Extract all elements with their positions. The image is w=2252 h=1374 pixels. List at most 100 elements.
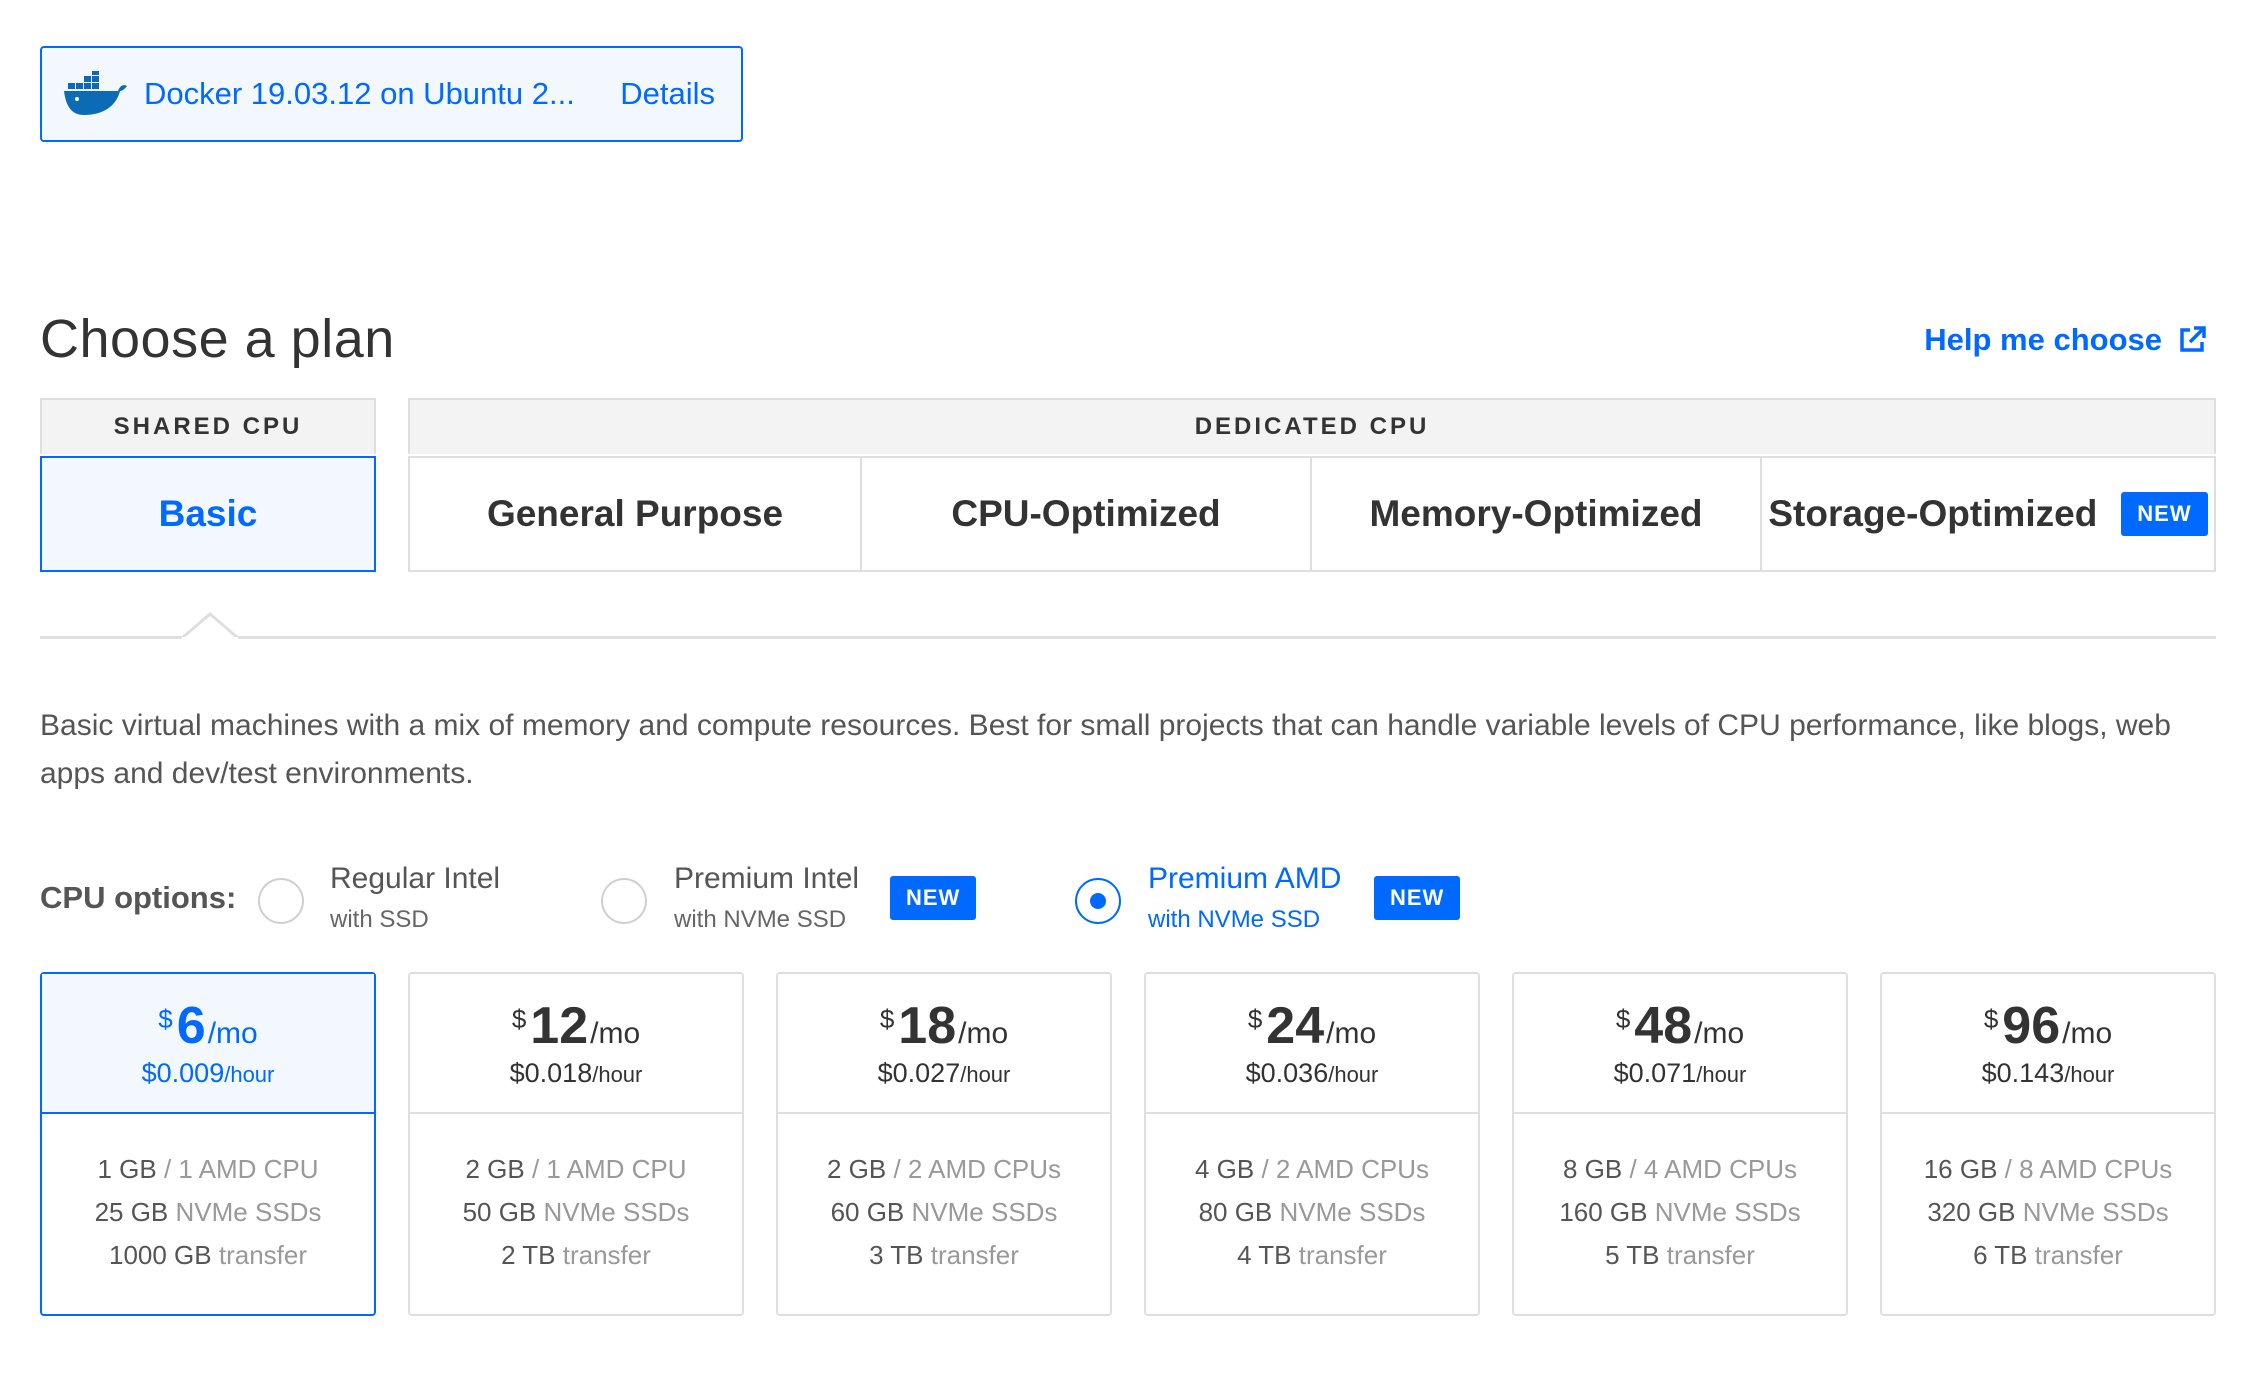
plan-specs: 2 GB / 2 AMD CPUs 60 GB NVMe SSDs 3 TB t… (778, 1114, 1110, 1277)
section-divider (40, 636, 2216, 639)
disk-type: NVMe SSDs (1654, 1197, 1801, 1227)
monthly-amount: 96 (2002, 996, 2061, 1055)
tab-general-purpose[interactable]: General Purpose (408, 456, 862, 572)
per-month: /mo (207, 1016, 258, 1050)
tab-memory-optimized[interactable]: Memory-Optimized (1310, 456, 1762, 572)
disk-type: NVMe SSDs (1279, 1197, 1426, 1227)
option-subtitle: with SSD (330, 906, 429, 933)
transfer: 6 TB (1973, 1240, 2028, 1270)
currency-symbol: $ (511, 1003, 527, 1034)
option-title[interactable]: Premium Intel (674, 862, 859, 896)
image-name: Docker 19.03.12 on Ubuntu 2... (144, 76, 575, 111)
plan-card-24[interactable]: $ 24 /mo $0.036/hour 4 GB / 2 AMD CPUs 8… (1144, 972, 1480, 1316)
cpu-count: / 4 AMD CPUs (1629, 1154, 1798, 1184)
per-month: /mo (2062, 1016, 2113, 1050)
hourly-price: $0.036 (1245, 1057, 1329, 1088)
plan-price: $ 6 /mo $0.009/hour (42, 974, 374, 1114)
cpu-count: / 1 AMD CPU (531, 1154, 687, 1184)
new-badge: NEW (2121, 492, 2208, 536)
plan-card-12[interactable]: $ 12 /mo $0.018/hour 2 GB / 1 AMD CPU 50… (408, 972, 744, 1316)
per-month: /mo (590, 1016, 641, 1050)
new-badge: NEW (890, 876, 977, 920)
plan-specs: 8 GB / 4 AMD CPUs 160 GB NVMe SSDs 5 TB … (1514, 1114, 1846, 1277)
plan-price: $ 18 /mo $0.027/hour (778, 974, 1110, 1114)
transfer-label: transfer (1666, 1240, 1755, 1270)
plan-price: $ 12 /mo $0.018/hour (410, 974, 742, 1114)
disk: 160 GB (1559, 1197, 1648, 1227)
tab-label: General Purpose (486, 493, 784, 534)
hourly-unit: /hour (592, 1061, 643, 1087)
option-title[interactable]: Premium AMD (1148, 862, 1341, 896)
tab-basic[interactable]: Basic (40, 456, 376, 572)
ram: 1 GB (97, 1154, 157, 1184)
cpu-count: / 8 AMD CPUs (2004, 1154, 2173, 1184)
option-title[interactable]: Regular Intel (330, 862, 500, 896)
plan-description: Basic virtual machines with a mix of mem… (40, 709, 2171, 790)
help-me-choose-link[interactable]: Help me choose (1924, 322, 2208, 358)
option-subtitle: with NVMe SSD (1148, 906, 1321, 933)
per-month: /mo (1326, 1016, 1377, 1050)
plan-card-6[interactable]: $ 6 /mo $0.009/hour 1 GB / 1 AMD CPU 25 … (40, 972, 376, 1316)
selected-image-card[interactable]: Docker 19.03.12 on Ubuntu 2... Details (40, 46, 743, 142)
plan-card-96[interactable]: $ 96 /mo $0.143/hour 16 GB / 8 AMD CPUs … (1880, 972, 2216, 1316)
currency-symbol: $ (158, 1003, 173, 1034)
disk: 80 GB (1198, 1197, 1273, 1227)
transfer-label: transfer (218, 1240, 308, 1270)
tab-label: CPU-Optimized (951, 493, 1221, 534)
option-subtitle: with NVMe SSD (674, 906, 847, 933)
radio-regular-intel[interactable] (258, 878, 304, 924)
tab-cpu-optimized[interactable]: CPU-Optimized (860, 456, 1312, 572)
plan-price: $ 48 /mo $0.071/hour (1514, 974, 1846, 1114)
tab-storage-optimized[interactable]: Storage-Optimized NEW (1760, 456, 2216, 572)
disk-type: NVMe SSDs (543, 1197, 690, 1227)
hourly-unit: /hour (1696, 1061, 1747, 1087)
docker-whale-icon (64, 71, 127, 115)
transfer: 4 TB (1237, 1240, 1292, 1270)
details-link[interactable]: Details (620, 76, 715, 112)
hourly-price: $0.009 (141, 1057, 225, 1088)
ram: 2 GB (826, 1154, 887, 1184)
ram: 8 GB (1562, 1154, 1623, 1184)
transfer: 5 TB (1605, 1240, 1660, 1270)
plan-specs: 16 GB / 8 AMD CPUs 320 GB NVMe SSDs 6 TB… (1882, 1114, 2214, 1277)
ram: 2 GB (465, 1154, 525, 1184)
cpu-count: / 1 AMD CPU (163, 1154, 319, 1184)
monthly-amount: 18 (898, 996, 957, 1055)
active-tab-pointer (182, 612, 238, 640)
hourly-unit: /hour (2064, 1061, 2115, 1087)
disk: 25 GB (94, 1197, 169, 1227)
ram: 4 GB (1194, 1154, 1255, 1184)
cpu-options-label: CPU options: (40, 880, 237, 915)
monthly-amount: 6 (176, 996, 206, 1055)
plan-price: $ 24 /mo $0.036/hour (1146, 974, 1478, 1114)
external-link-icon (2180, 326, 2206, 352)
transfer-label: transfer (1298, 1240, 1387, 1270)
disk: 60 GB (830, 1197, 905, 1227)
currency-symbol: $ (1247, 1003, 1263, 1034)
plan-card-18[interactable]: $ 18 /mo $0.027/hour 2 GB / 2 AMD CPUs 6… (776, 972, 1112, 1316)
disk: 50 GB (462, 1197, 537, 1227)
hourly-unit: /hour (960, 1061, 1011, 1087)
per-month: /mo (958, 1016, 1009, 1050)
plan-specs: 2 GB / 1 AMD CPU 50 GB NVMe SSDs 2 TB tr… (410, 1114, 742, 1277)
currency-symbol: $ (879, 1003, 895, 1034)
tab-label: Basic (158, 493, 258, 534)
disk: 320 GB (1927, 1197, 2016, 1227)
hourly-unit: /hour (1328, 1061, 1379, 1087)
transfer-label: transfer (930, 1240, 1019, 1270)
transfer: 3 TB (869, 1240, 924, 1270)
shared-cpu-header: SHARED CPU (40, 398, 376, 454)
monthly-amount: 12 (530, 996, 589, 1055)
transfer-label: transfer (2034, 1240, 2123, 1270)
cpu-count: / 2 AMD CPUs (1261, 1154, 1430, 1184)
disk-type: NVMe SSDs (2022, 1197, 2169, 1227)
per-month: /mo (1694, 1016, 1745, 1050)
disk-type: NVMe SSDs (175, 1197, 322, 1227)
plan-card-48[interactable]: $ 48 /mo $0.071/hour 8 GB / 4 AMD CPUs 1… (1512, 972, 1848, 1316)
hourly-price: $0.018 (509, 1057, 593, 1088)
cpu-count: / 2 AMD CPUs (893, 1154, 1062, 1184)
hourly-price: $0.071 (1613, 1057, 1697, 1088)
radio-premium-intel[interactable] (601, 878, 647, 924)
section-title: Choose a plan (40, 309, 395, 369)
radio-premium-amd[interactable] (1075, 878, 1121, 924)
